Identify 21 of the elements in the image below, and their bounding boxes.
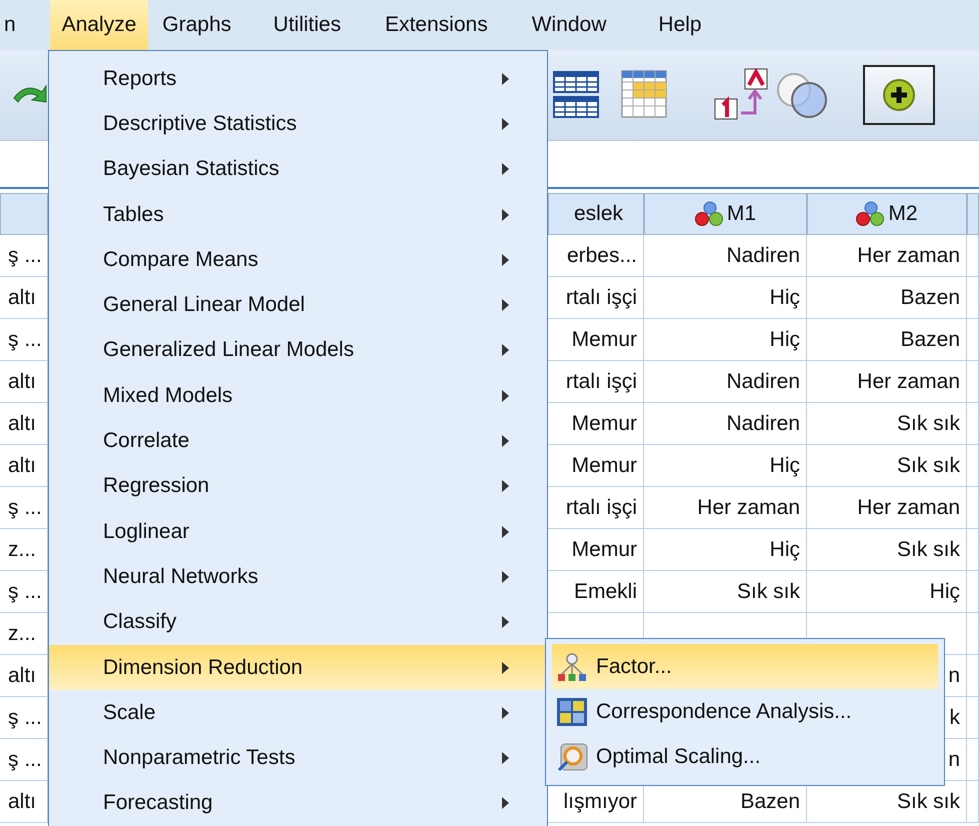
table-cell: Hiç (644, 277, 807, 319)
table-cell: Bazen (807, 277, 967, 319)
table-cell: Hiç (644, 445, 807, 487)
table-cell: Bazen (807, 319, 967, 361)
table-cell: Sık sık (644, 571, 807, 613)
table-cell: Sık sık (807, 445, 967, 487)
table-cell: Nadiren (644, 235, 807, 277)
table-cell: Her zaman (807, 487, 967, 529)
column-label: M1 (726, 202, 756, 226)
table-cell: Nadiren (644, 361, 807, 403)
table-cell: Sık sık (807, 403, 967, 445)
table-cell: Hiç (644, 529, 807, 571)
table-cell: Nadiren (644, 403, 807, 445)
table-cell: Sık sık (807, 529, 967, 571)
column-label: eslek (574, 202, 623, 226)
table-cell: Hiç (807, 571, 967, 613)
table-cell: Her zaman (807, 361, 967, 403)
column-label: M2 (888, 202, 918, 226)
table-cell: Her zaman (807, 235, 967, 277)
table-cell: Hiç (644, 319, 807, 361)
table-cell: Her zaman (644, 487, 807, 529)
